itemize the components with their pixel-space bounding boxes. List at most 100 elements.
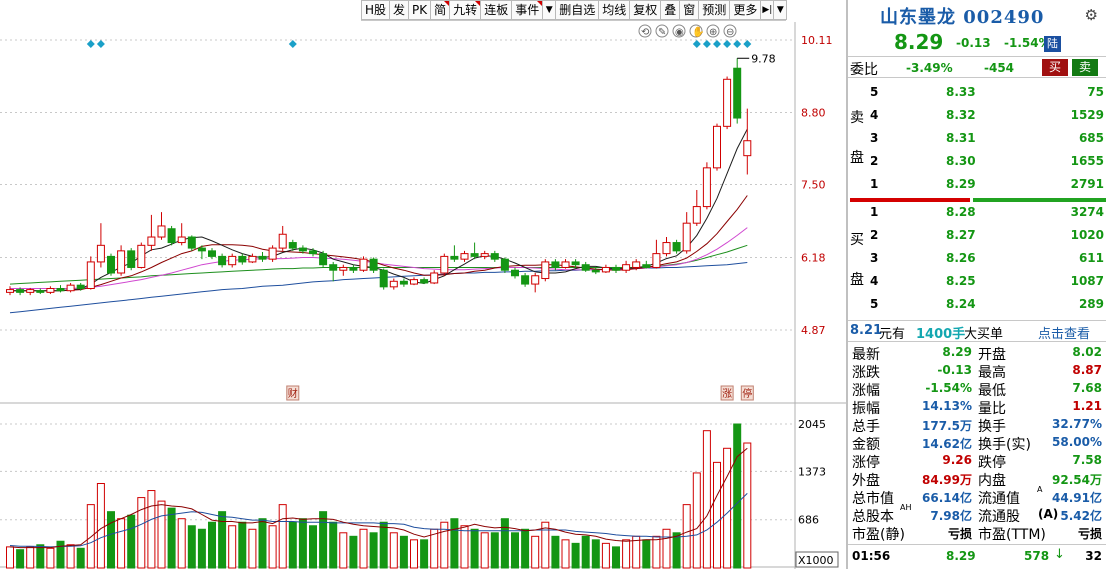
- volume-bar[interactable]: [248, 528, 257, 569]
- volume-bar[interactable]: [197, 528, 206, 569]
- toolbar-dropdown-icon[interactable]: ▼: [542, 0, 557, 20]
- toolbar-remove-watchlist-button[interactable]: 删自选: [555, 0, 600, 20]
- toolbar-adjust-button[interactable]: 复权: [629, 0, 662, 20]
- sell-button[interactable]: 卖: [1072, 59, 1098, 76]
- volume-bar[interactable]: [561, 539, 570, 569]
- gear-icon[interactable]: ⚙: [1085, 6, 1098, 24]
- candle-body[interactable]: [96, 244, 105, 263]
- volume-bar[interactable]: [218, 511, 227, 569]
- volume-bar[interactable]: [490, 532, 499, 569]
- volume-bar[interactable]: [672, 532, 681, 569]
- volume-bar[interactable]: [410, 539, 418, 569]
- candle-body[interactable]: [632, 261, 641, 268]
- candle-body[interactable]: [702, 167, 711, 208]
- candle-body[interactable]: [723, 78, 732, 127]
- candle-body[interactable]: [500, 258, 509, 271]
- volume-bar[interactable]: [26, 546, 35, 569]
- candle-body[interactable]: [167, 228, 176, 244]
- candle-body[interactable]: [733, 67, 742, 119]
- candle-body[interactable]: [177, 236, 186, 244]
- candle-body[interactable]: [56, 287, 65, 292]
- toolbar-fa-button[interactable]: 发: [389, 0, 410, 20]
- candle-body[interactable]: [430, 272, 439, 284]
- candle-body[interactable]: [682, 222, 691, 252]
- candle-body[interactable]: [672, 242, 681, 252]
- candle-body[interactable]: [420, 279, 429, 284]
- candle-body[interactable]: [642, 264, 651, 268]
- candle-body[interactable]: [76, 284, 85, 289]
- volume-bar[interactable]: [460, 525, 469, 569]
- volume-bar[interactable]: [258, 518, 267, 569]
- toolbar-forecast-button[interactable]: 预测: [698, 0, 731, 20]
- volume-bar[interactable]: [238, 521, 247, 569]
- candle-body[interactable]: [622, 264, 631, 271]
- candle-body[interactable]: [329, 264, 338, 271]
- candle-body[interactable]: [713, 125, 721, 169]
- candle-body[interactable]: [460, 253, 469, 260]
- toolbar-more-button[interactable]: 更多: [729, 0, 762, 20]
- candle-body[interactable]: [369, 258, 378, 271]
- event-diamond-icon[interactable]: [723, 40, 732, 48]
- volume-bar[interactable]: [127, 514, 136, 569]
- toolbar-pk-button[interactable]: PK: [408, 0, 432, 20]
- volume-bar[interactable]: [733, 423, 742, 569]
- volume-bar[interactable]: [36, 544, 45, 569]
- volume-bar[interactable]: [581, 535, 590, 569]
- volume-bar[interactable]: [713, 461, 721, 569]
- candle-body[interactable]: [36, 290, 45, 293]
- volume-bar[interactable]: [500, 518, 509, 569]
- volume-bar[interactable]: [96, 483, 105, 569]
- buy-row-1[interactable]: 1 8.28 3274: [870, 202, 1104, 225]
- volume-bar[interactable]: [329, 521, 338, 569]
- event-diamond-icon[interactable]: [743, 40, 752, 48]
- candle-body[interactable]: [228, 255, 237, 266]
- volume-bar[interactable]: [117, 518, 126, 569]
- candle-body[interactable]: [208, 250, 216, 257]
- volume-bar[interactable]: [369, 532, 378, 569]
- candle-body[interactable]: [298, 247, 307, 252]
- candle-body[interactable]: [511, 269, 519, 277]
- volume-bar[interactable]: [702, 430, 711, 569]
- sell-row-1[interactable]: 1 8.29 2791: [870, 174, 1104, 197]
- toolbar-overlay-button[interactable]: 叠: [660, 0, 681, 20]
- volume-bar[interactable]: [379, 521, 388, 569]
- volume-bar[interactable]: [107, 511, 115, 569]
- volume-bar[interactable]: [66, 544, 75, 569]
- candle-body[interactable]: [379, 269, 388, 288]
- volume-bar[interactable]: [278, 504, 287, 569]
- volume-bar[interactable]: [16, 549, 25, 569]
- volume-bar[interactable]: [228, 525, 237, 569]
- candle-body[interactable]: [410, 279, 418, 285]
- event-diamond-icon[interactable]: [733, 40, 742, 48]
- volume-bar[interactable]: [208, 521, 216, 569]
- candle-body[interactable]: [319, 253, 328, 266]
- candle-body[interactable]: [359, 258, 368, 271]
- volume-bar[interactable]: [662, 528, 671, 569]
- candle-body[interactable]: [521, 275, 530, 285]
- volume-bar[interactable]: [288, 521, 297, 569]
- kline-chart[interactable]: 10.11 8.80 7.50 6.18 4.87 2045 1373 686 X1000 9.7…: [0, 22, 846, 569]
- candle-body[interactable]: [66, 284, 75, 292]
- candle-body[interactable]: [591, 269, 600, 273]
- sell-row-3[interactable]: 3 8.31 685: [870, 128, 1104, 151]
- volume-bar[interactable]: [157, 500, 166, 569]
- volume-bar[interactable]: [622, 539, 631, 569]
- toolbar-hshare-button[interactable]: H股: [361, 0, 391, 20]
- candle-body[interactable]: [470, 253, 479, 257]
- candle-body[interactable]: [652, 253, 661, 268]
- volume-bar[interactable]: [187, 525, 196, 569]
- buy-row-5[interactable]: 5 8.24 289: [870, 294, 1104, 317]
- candle-body[interactable]: [46, 287, 55, 293]
- volume-bar[interactable]: [167, 507, 176, 569]
- volume-bar[interactable]: [450, 518, 459, 569]
- volume-bar[interactable]: [6, 546, 14, 569]
- candle-body[interactable]: [137, 244, 146, 268]
- candle-body[interactable]: [309, 250, 317, 255]
- volume-bar[interactable]: [591, 539, 600, 569]
- volume-bar[interactable]: [268, 525, 277, 569]
- volume-bar[interactable]: [652, 535, 661, 569]
- candle-body[interactable]: [389, 280, 398, 288]
- volume-bar[interactable]: [692, 472, 701, 569]
- toolbar-menu-icon[interactable]: ▼: [773, 0, 788, 20]
- candle-body[interactable]: [601, 266, 610, 273]
